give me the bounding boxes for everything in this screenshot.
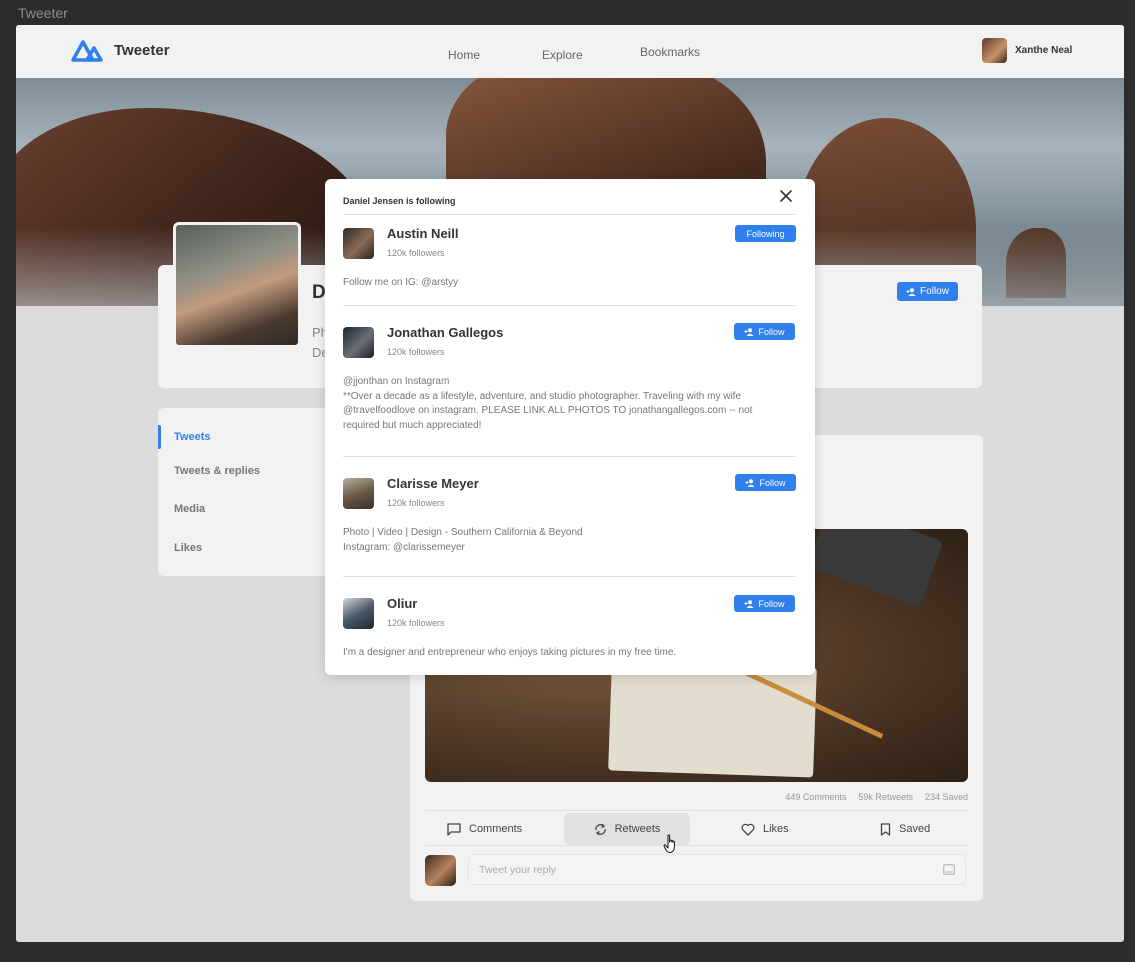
add-user-icon: [745, 478, 755, 487]
add-user-icon: [744, 599, 754, 608]
bookmark-icon: [880, 822, 891, 836]
modal-title: Daniel Jensen is following: [343, 196, 456, 206]
nav-explore[interactable]: Explore: [542, 48, 583, 62]
likes-label: Likes: [763, 823, 789, 835]
user-name[interactable]: Clarisse Meyer: [387, 476, 479, 491]
tweet-actions: Comments Retweets Likes Saved: [425, 810, 968, 846]
user-avatar[interactable]: [343, 598, 374, 629]
retweets-count: 59k Retweets: [858, 792, 913, 802]
retweets-label: Retweets: [614, 823, 661, 835]
user-bio: @jjonthan on Instagram **Over a decade a…: [343, 376, 753, 431]
reply-placeholder: Tweet your reply: [479, 863, 557, 876]
user-followers: 120k followers: [387, 347, 445, 357]
profile-follow-button[interactable]: Follow: [897, 282, 958, 301]
nav-home[interactable]: Home: [448, 48, 480, 62]
divider: [343, 214, 795, 215]
follow-button[interactable]: Follow: [735, 474, 796, 491]
tab-likes[interactable]: Likes: [174, 542, 202, 554]
top-navigation: Tweeter Home Explore Bookmarks Xanthe Ne…: [16, 25, 1124, 78]
user-bio: Follow me on IG: @arstyy: [343, 277, 459, 288]
reply-input[interactable]: Tweet your reply: [468, 854, 966, 885]
tab-tweets-replies[interactable]: Tweets & replies: [174, 465, 260, 477]
tab-media[interactable]: Media: [174, 503, 205, 515]
following-button[interactable]: Following: [735, 225, 796, 242]
profile-follow-label: Follow: [920, 286, 949, 297]
saved-label: Saved: [899, 823, 931, 835]
user-name[interactable]: Jonathan Gallegos: [387, 325, 503, 340]
frame-title: Tweeter: [18, 5, 68, 21]
logo-icon[interactable]: [70, 37, 104, 63]
profile-avatar: [173, 222, 301, 348]
follow-button[interactable]: Follow: [734, 323, 795, 340]
follow-button-label: Follow: [759, 477, 786, 488]
saved-count: 234 Saved: [924, 792, 968, 802]
tweet-stats: 449 Comments 59k Retweets 234 Saved: [785, 792, 968, 802]
reply-avatar: [425, 855, 456, 886]
profile-name: D: [312, 282, 326, 303]
follow-button[interactable]: Follow: [734, 595, 795, 612]
user-avatar[interactable]: [343, 228, 374, 259]
saved-button[interactable]: Saved: [880, 813, 930, 845]
add-user-icon: [744, 327, 754, 336]
user-followers: 120k followers: [387, 248, 445, 258]
profile-tabs: Tweets Tweets & replies Media Likes: [158, 408, 348, 576]
user-name[interactable]: Austin Neill: [387, 226, 459, 241]
brand-name[interactable]: Tweeter: [114, 42, 170, 59]
hand-cursor-icon: [663, 834, 675, 853]
follow-button-label: Follow: [758, 598, 785, 609]
user-bio: Photo | Video | Design - Southern Califo…: [343, 527, 583, 553]
divider: [343, 305, 795, 306]
tab-tweets[interactable]: Tweets: [174, 431, 210, 443]
nav-bookmarks[interactable]: Bookmarks: [640, 45, 700, 59]
user-followers: 120k followers: [387, 498, 445, 508]
close-icon[interactable]: [779, 189, 793, 203]
active-tab-indicator: [158, 425, 161, 449]
comments-count: 449 Comments: [785, 792, 847, 802]
heart-icon: [741, 823, 755, 836]
retweet-icon: [594, 823, 606, 835]
likes-button[interactable]: Likes: [741, 813, 789, 845]
divider: [343, 456, 795, 457]
follow-button-label: Follow: [758, 326, 785, 337]
comments-button[interactable]: Comments: [447, 813, 522, 845]
user-followers: 120k followers: [387, 618, 445, 628]
user-name[interactable]: Oliur: [387, 596, 417, 611]
comments-label: Comments: [469, 823, 523, 835]
user-avatar[interactable]: [343, 478, 374, 509]
user-avatar[interactable]: [343, 327, 374, 358]
following-button-label: Following: [746, 228, 785, 239]
current-user-avatar[interactable]: [982, 38, 1007, 63]
following-modal: Daniel Jensen is following Austin Neill …: [325, 179, 815, 675]
user-bio: I'm a designer and entrepreneur who enjo…: [343, 647, 677, 658]
comment-icon: [447, 822, 461, 836]
divider: [343, 576, 795, 577]
add-user-icon: [906, 287, 916, 296]
image-icon[interactable]: [943, 864, 955, 875]
current-user-name[interactable]: Xanthe Neal: [1015, 45, 1072, 56]
